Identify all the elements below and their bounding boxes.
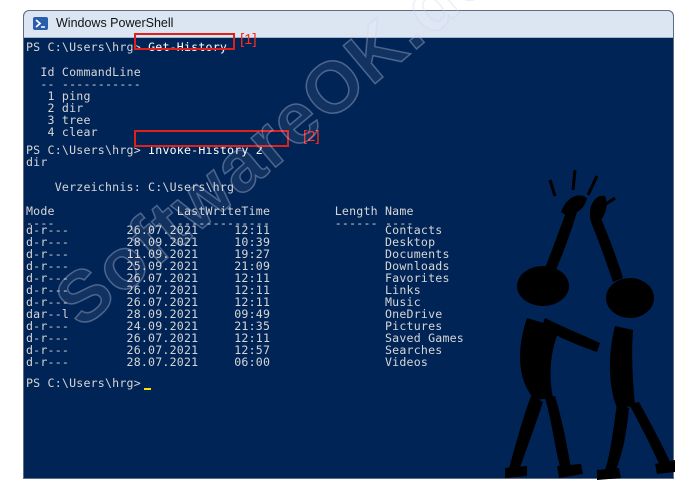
high-five-figures-illustration bbox=[505, 169, 675, 480]
prompt-line-3: PS C:\Users\hrg> bbox=[26, 377, 141, 389]
powershell-icon bbox=[33, 17, 48, 30]
prompt: PS C:\Users\hrg> bbox=[26, 40, 141, 54]
title-bar[interactable]: Windows PowerShell bbox=[24, 11, 673, 38]
annotation-box-2 bbox=[134, 130, 289, 147]
annotation-marker-2: [2] bbox=[303, 128, 320, 145]
history-row: 4 clear bbox=[26, 125, 98, 139]
text-cursor bbox=[144, 388, 151, 390]
directory-label: Verzeichnis: C:\Users\hrg bbox=[26, 180, 235, 194]
echoed-command: dir bbox=[26, 155, 48, 169]
prompt: PS C:\Users\hrg> bbox=[26, 376, 141, 390]
annotation-box-1 bbox=[134, 33, 235, 50]
annotation-marker-1: [1] bbox=[240, 31, 257, 48]
window-title: Windows PowerShell bbox=[56, 16, 174, 30]
listing-row: d-r--- 28.07.2021 06:00 Videos bbox=[26, 355, 429, 369]
